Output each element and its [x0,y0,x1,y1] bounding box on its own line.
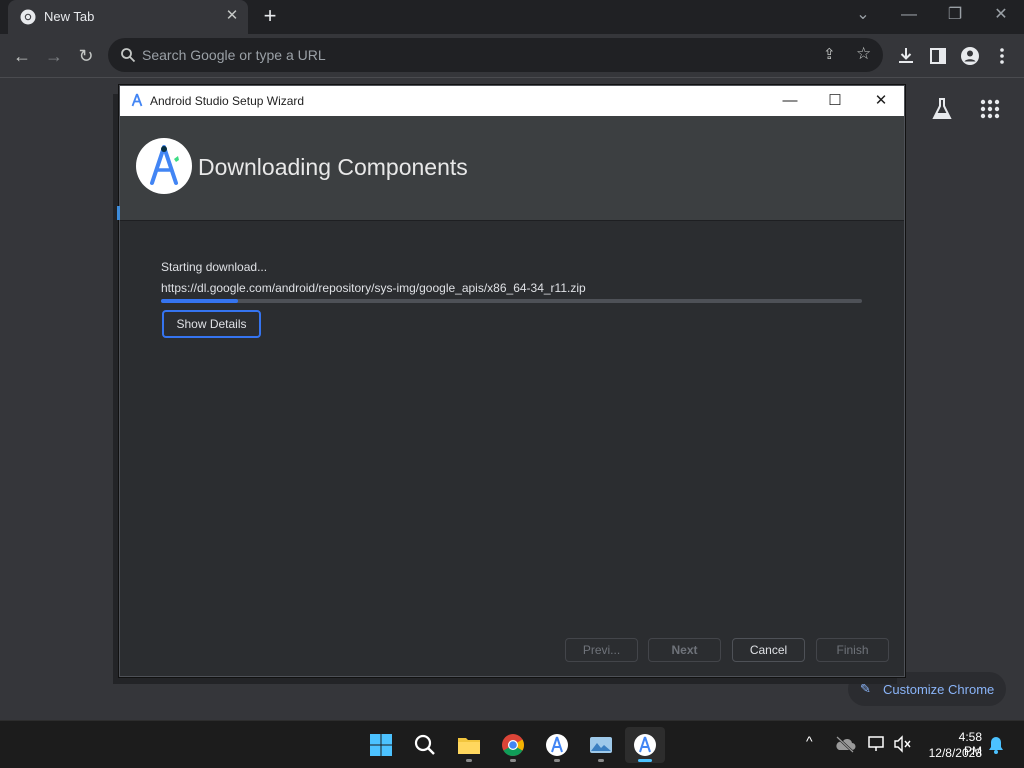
focus-indicator [117,206,120,220]
tab-search-icon[interactable]: ⌄ [848,4,878,26]
address-bar-placeholder: Search Google or type a URL [142,47,326,63]
taskbar-search-button[interactable] [405,727,445,763]
clock-date[interactable]: 12/8/2023 [924,746,982,760]
running-indicator [466,759,472,762]
cancel-button[interactable]: Cancel [732,638,805,662]
restore-window-button[interactable]: ❐ [940,4,970,26]
android-studio-icon [634,734,656,756]
address-bar[interactable]: Search Google or type a URL ⇪ ☆ [108,38,883,72]
start-button[interactable] [361,727,401,763]
download-status: Starting download... [161,260,268,274]
dialog-minimize-button[interactable]: — [775,90,805,112]
chrome-favicon-icon [20,9,36,25]
browser-toolbar: ← → ↻ Search Google or type a URL ⇪ ☆ [0,34,1024,78]
labs-flask-icon[interactable] [930,96,954,122]
dialog-close-button[interactable]: ✕ [866,90,896,112]
running-indicator [598,759,604,762]
profile-icon[interactable] [957,43,983,69]
dialog-maximize-button[interactable]: ☐ [820,90,850,112]
windows-logo-icon [370,734,392,756]
new-tab-button[interactable]: + [258,4,282,28]
share-icon[interactable]: ⇪ [823,45,836,63]
browser-tabstrip: New Tab ✕ + ⌄ — ❐ ✕ [0,0,1024,34]
android-studio-small-icon [131,93,143,107]
volume-muted-icon[interactable] [893,735,913,753]
dialog-header: Downloading Components [120,116,904,221]
network-icon[interactable] [867,735,887,753]
forward-button[interactable]: → [41,43,67,69]
customize-chrome-label: Customize Chrome [883,682,995,697]
next-button[interactable]: Next [648,638,721,662]
browser-menu-icon[interactable] [989,43,1015,69]
photos-icon [590,737,612,753]
reload-button[interactable]: ↻ [73,43,99,69]
back-button[interactable]: ← [9,43,35,69]
download-progress-bar [161,299,862,303]
minimize-window-button[interactable]: — [894,4,924,26]
dialog-title: Android Studio Setup Wizard [150,94,305,108]
close-window-button[interactable]: ✕ [986,4,1016,26]
download-icon[interactable] [893,43,919,69]
android-studio-icon [546,734,568,756]
finish-button[interactable]: Finish [816,638,889,662]
windows-taskbar: ^ 4:58 PM 12/8/2023 [0,720,1024,768]
download-progress-fill [161,299,239,303]
tab-title: New Tab [44,9,95,24]
tab-new-tab[interactable]: New Tab ✕ [8,0,248,34]
folder-icon [458,738,480,754]
chrome-icon [502,734,524,756]
taskbar-photos[interactable] [581,727,621,763]
tab-close-icon[interactable]: ✕ [223,7,241,25]
bookmark-star-icon[interactable]: ☆ [856,44,871,64]
tray-chevron-icon[interactable]: ^ [806,733,813,749]
taskbar-android-studio[interactable] [625,727,665,763]
google-apps-icon[interactable] [979,98,1001,120]
running-indicator [510,759,516,762]
pencil-icon: ✎ [860,681,871,696]
taskbar-file-explorer[interactable] [449,727,489,763]
search-icon [121,48,136,63]
android-studio-logo-icon [136,138,192,194]
onedrive-offline-icon[interactable] [834,735,856,753]
dialog-titlebar[interactable]: Android Studio Setup Wizard — ☐ ✕ [120,86,904,116]
search-icon [414,734,435,755]
previous-button[interactable]: Previ... [565,638,638,662]
show-details-button[interactable]: Show Details [162,310,261,338]
taskbar-android-studio-installer[interactable] [537,727,577,763]
sidebar-icon[interactable] [925,43,951,69]
taskbar-chrome[interactable] [493,727,533,763]
customize-chrome-button[interactable]: ✎ Customize Chrome [848,672,1006,706]
active-indicator [638,759,652,762]
download-url: https://dl.google.com/android/repository… [161,281,586,295]
dialog-heading: Downloading Components [198,154,468,180]
setup-wizard-dialog: Android Studio Setup Wizard — ☐ ✕ Downlo… [117,85,905,677]
notification-bell-icon[interactable] [988,736,1004,754]
running-indicator [554,759,560,762]
